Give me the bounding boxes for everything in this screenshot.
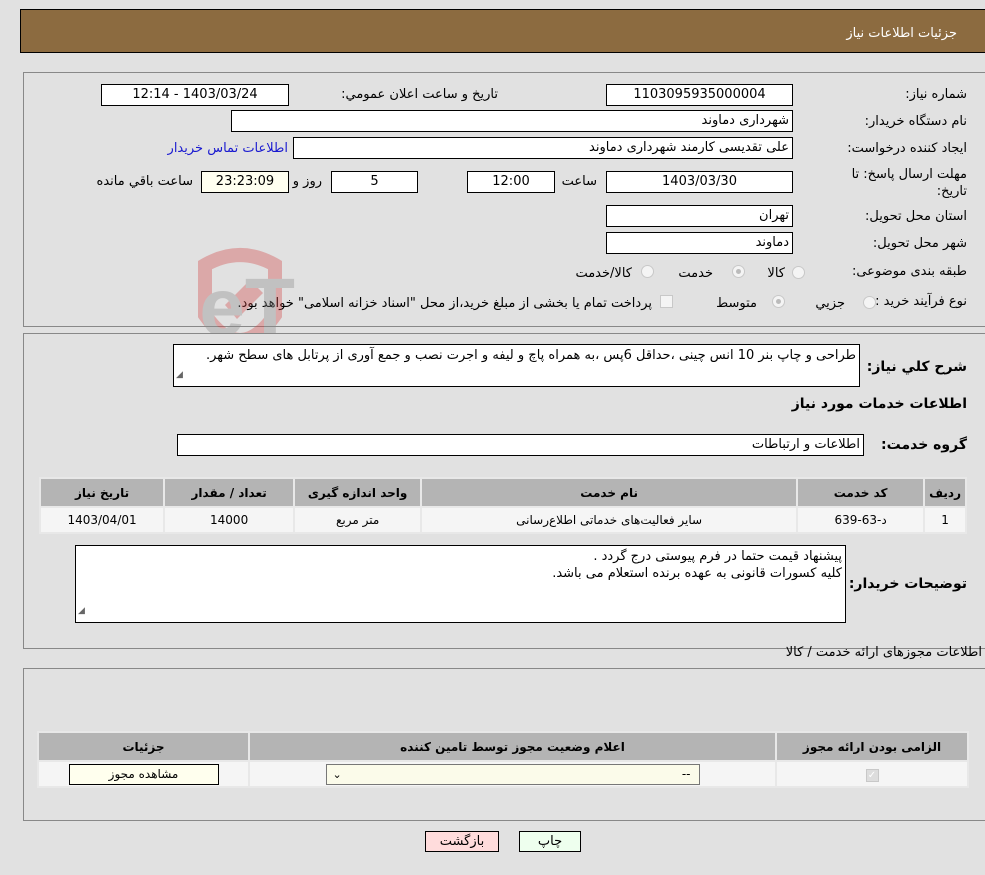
col-service-code: کد خدمت bbox=[796, 477, 926, 508]
services-table-header: ردیف کد خدمت نام خدمت واحد اندازه گیری ت… bbox=[38, 477, 967, 508]
process-medium-label: متوسط bbox=[716, 296, 757, 311]
permit-required-checkbox: ✓ bbox=[865, 768, 879, 782]
col-service-name: نام خدمت bbox=[420, 477, 799, 508]
page-title: جزئیات اطلاعات نیاز bbox=[846, 26, 957, 41]
category-radio-goods-service[interactable] bbox=[641, 265, 654, 278]
need-info-panel: شماره نیاز: 1103095935000004 تاریخ و ساع… bbox=[23, 72, 985, 327]
days-label: روز و bbox=[292, 174, 322, 189]
process-label: نوع فرآیند خرید : bbox=[875, 294, 967, 309]
resize-grip-icon[interactable]: ◢ bbox=[78, 603, 85, 620]
col-permit-details: جزئیات bbox=[37, 731, 250, 762]
permits-table-header: الزامی بودن ارائه مجوز اعلام وضعیت مجوز … bbox=[37, 731, 969, 762]
col-need-date: تاریخ نیاز bbox=[38, 477, 166, 508]
cell-service-code: د-63-639 bbox=[796, 506, 926, 534]
deadline-label: مهلت ارسال پاسخ: تا تاریخ: bbox=[851, 167, 967, 199]
creator-field: علی تقدیسی کارمند شهرداری دماوند bbox=[293, 137, 793, 159]
permits-table: الزامی بودن ارائه مجوز اعلام وضعیت مجوز … bbox=[37, 731, 969, 788]
category-label: طبقه بندی موضوعی: bbox=[851, 264, 967, 279]
col-permit-required: الزامی بودن ارائه مجوز bbox=[775, 731, 969, 762]
process-radio-minor[interactable] bbox=[863, 296, 876, 309]
description-text: طراحی و چاپ بنر 10 انس چینی ،حداقل 6پس ،… bbox=[205, 348, 856, 363]
category-service-label: خدمت bbox=[678, 266, 713, 281]
announce-datetime-field: 1403/03/24 - 12:14 bbox=[101, 84, 289, 106]
col-permit-status: اعلام وضعیت مجوز توسط تامین کننده bbox=[248, 731, 777, 762]
deadline-time-field: 12:00 bbox=[467, 171, 555, 193]
deadline-date-field: 1403/03/30 bbox=[606, 171, 793, 193]
service-group-label: گروه خدمت: bbox=[881, 437, 967, 453]
description-textarea[interactable]: طراحی و چاپ بنر 10 انس چینی ،حداقل 6پس ،… bbox=[173, 344, 860, 387]
category-goods-label: کالا bbox=[767, 266, 785, 281]
province-label: استان محل تحویل: bbox=[865, 209, 967, 224]
resize-grip-icon[interactable]: ◢ bbox=[176, 367, 183, 384]
cell-service-name: سایر فعالیت‌های خدماتی اطلاع‌رسانی bbox=[420, 506, 799, 534]
permit-status-select[interactable]: -- ⌄ bbox=[325, 763, 700, 785]
process-minor-label: جزيي bbox=[815, 296, 845, 311]
need-number-field: 1103095935000004 bbox=[606, 84, 793, 106]
category-radio-service[interactable] bbox=[732, 265, 745, 278]
city-field: دماوند bbox=[606, 232, 793, 254]
view-permit-button[interactable]: مشاهده مجوز bbox=[68, 763, 219, 785]
cell-unit: متر مربع bbox=[293, 506, 423, 534]
treasury-checkbox[interactable] bbox=[660, 295, 673, 308]
buyer-contact-link[interactable]: اطلاعات تماس خریدار bbox=[168, 141, 288, 156]
creator-label: ایجاد کننده درخواست: bbox=[847, 141, 967, 156]
col-row-number: ردیف bbox=[923, 477, 967, 508]
need-number-label: شماره نیاز: bbox=[905, 87, 967, 102]
cell-row-number: 1 bbox=[923, 506, 967, 534]
buyer-org-field: شهرداری دماوند bbox=[231, 110, 793, 132]
treasury-checkbox-label: پرداخت تمام یا بخشی از مبلغ خرید،از محل … bbox=[237, 296, 652, 311]
chevron-down-icon: ⌄ bbox=[332, 767, 342, 781]
services-table: ردیف کد خدمت نام خدمت واحد اندازه گیری ت… bbox=[38, 477, 967, 534]
back-button[interactable]: بازگشت bbox=[425, 831, 499, 852]
cell-need-date: 1403/04/01 bbox=[38, 506, 166, 534]
buyer-notes-line: پیشنهاد قیمت حتما در فرم پیوستی درج گردد… bbox=[593, 549, 842, 564]
category-goods-service-label: کالا/خدمت bbox=[575, 266, 632, 281]
buyer-notes-label: توضیحات خریدار: bbox=[848, 576, 967, 592]
print-button[interactable]: چاپ bbox=[519, 831, 581, 852]
buyer-notes-line: کلیه کسورات قانونی به عهده برنده استعلام… bbox=[552, 566, 842, 581]
process-radio-medium[interactable] bbox=[772, 295, 785, 308]
cell-permit-details: مشاهده مجوز bbox=[37, 760, 250, 788]
description-panel: شرح کلي نياز: طراحی و چاپ بنر 10 انس چین… bbox=[23, 333, 985, 649]
cell-permit-status: -- ⌄ bbox=[248, 760, 777, 788]
buyer-org-label: نام دستگاه خریدار: bbox=[864, 114, 967, 129]
permits-panel: الزامی بودن ارائه مجوز اعلام وضعیت مجوز … bbox=[23, 668, 985, 821]
city-label: شهر محل تحویل: bbox=[872, 236, 967, 251]
table-row: 1 د-63-639 سایر فعالیت‌های خدماتی اطلاع‌… bbox=[38, 506, 967, 534]
description-label: شرح کلي نياز: bbox=[866, 359, 967, 375]
province-field: تهران bbox=[606, 205, 793, 227]
page-header: جزئیات اطلاعات نیاز bbox=[20, 9, 985, 53]
col-unit: واحد اندازه گیری bbox=[293, 477, 423, 508]
service-group-field: اطلاعات و ارتباطات bbox=[177, 434, 864, 456]
services-section-title: اطلاعات خدمات مورد نياز bbox=[791, 396, 967, 412]
category-radio-goods[interactable] bbox=[792, 266, 805, 279]
cell-permit-required: ✓ bbox=[775, 760, 969, 788]
cell-quantity: 14000 bbox=[163, 506, 296, 534]
time-label: ساعت bbox=[561, 174, 597, 189]
permit-status-selected: -- bbox=[681, 766, 691, 781]
days-remaining-field: 5 bbox=[331, 171, 418, 193]
announce-label: تاریخ و ساعت اعلان عمومي: bbox=[341, 87, 498, 102]
time-remaining-field: 23:23:09 bbox=[201, 171, 289, 193]
table-row: ✓ -- ⌄ مشاهده مجوز bbox=[37, 760, 969, 788]
buyer-notes-textarea[interactable]: پیشنهاد قیمت حتما در فرم پیوستی درج گردد… bbox=[75, 545, 846, 623]
col-quantity: تعداد / مقدار bbox=[163, 477, 296, 508]
remaining-label: ساعت باقي مانده bbox=[96, 174, 193, 189]
permits-section-title: اطلاعات مجوزهای ارائه خدمت / کالا bbox=[785, 645, 982, 660]
